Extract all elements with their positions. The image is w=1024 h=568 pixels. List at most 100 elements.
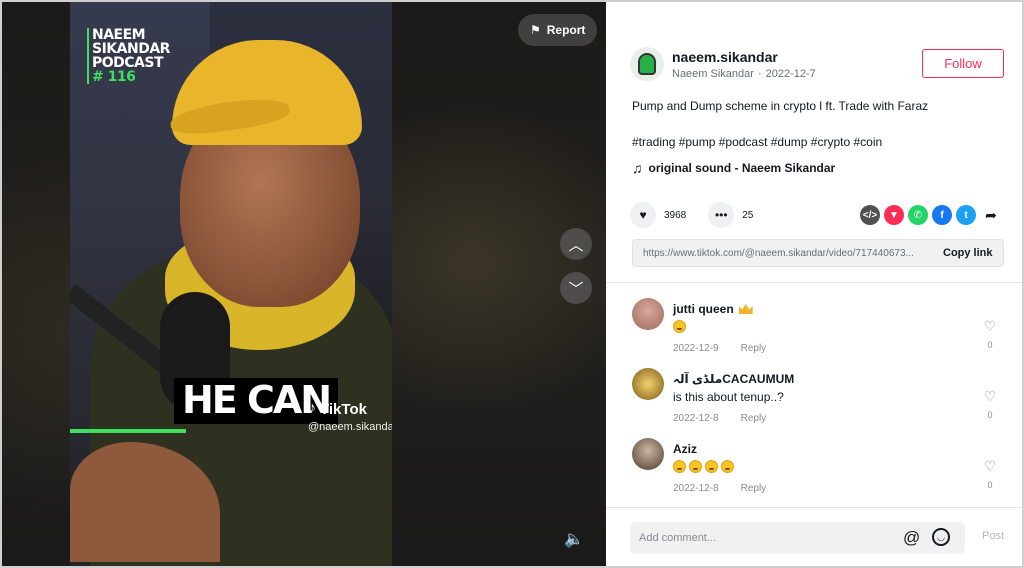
logo-line-2: SIKANDAR bbox=[92, 41, 170, 57]
previous-video-button[interactable]: ︿ bbox=[560, 228, 592, 260]
comment-like[interactable]: ♡ 0 bbox=[980, 388, 1000, 420]
comment-stat[interactable]: ••• 25 bbox=[708, 202, 753, 228]
comment-date: 2022-12-8 bbox=[673, 413, 719, 424]
embed-icon[interactable]: </> bbox=[860, 205, 880, 225]
comment-date: 2022-12-9 bbox=[673, 343, 719, 354]
comment-date: 2022-12-8 bbox=[673, 483, 719, 494]
chevron-up-icon: ︿ bbox=[568, 236, 584, 254]
comment-item: ملڈی آلہCACAUMUM is this about tenup..? 20… bbox=[606, 360, 1022, 430]
sound-title: original sound - Naeem Sikandar bbox=[648, 161, 836, 175]
crown-icon bbox=[738, 304, 753, 314]
report-button[interactable]: ⚑ Report bbox=[518, 14, 598, 46]
comment-text: is this about tenup..? bbox=[673, 390, 784, 404]
commenter-name[interactable]: jutti queen bbox=[673, 302, 734, 316]
comment-like-count: 0 bbox=[987, 340, 993, 350]
reply-button[interactable]: Reply bbox=[741, 483, 767, 494]
emoji-row bbox=[673, 320, 686, 333]
heart-outline-icon[interactable]: ♡ bbox=[980, 458, 1000, 475]
commenter-name-row[interactable]: Aziz bbox=[673, 442, 697, 456]
avatar-figure bbox=[638, 53, 656, 75]
comment-bar: @ ◡ Post bbox=[606, 507, 1022, 566]
post-date: 2022-12-7 bbox=[765, 67, 816, 80]
reply-button[interactable]: Reply bbox=[741, 413, 767, 424]
video-player[interactable]: NAEEM SIKANDAR PODCAST # 116 HE CAN ♪ Ti… bbox=[70, 2, 392, 566]
smile-emoji-icon bbox=[673, 460, 686, 473]
logo-line-1: NAEEM bbox=[92, 27, 146, 43]
flag-icon: ⚑ bbox=[530, 23, 541, 37]
facebook-icon[interactable]: f bbox=[932, 205, 952, 225]
comment-text bbox=[673, 460, 734, 473]
comment-like[interactable]: ♡ 0 bbox=[980, 318, 1000, 350]
author-avatar[interactable] bbox=[630, 47, 664, 81]
post-description: Pump and Dump scheme in crypto l ft. Tra… bbox=[632, 99, 929, 113]
twitter-icon[interactable]: t bbox=[956, 205, 976, 225]
comments-list: jutti queen 2022-12-9 Reply ♡ 0 ملڈی آلہCACAU… bbox=[606, 290, 1022, 500]
meta-separator: · bbox=[757, 67, 762, 80]
emoji-picker-icon[interactable]: ◡ bbox=[932, 528, 950, 546]
next-video-button[interactable]: ﹀ bbox=[560, 272, 592, 304]
tiktok-brand: ♪ TikTok bbox=[308, 400, 392, 418]
comment-meta: 2022-12-8 Reply bbox=[673, 413, 766, 424]
like-count: 3968 bbox=[664, 209, 687, 221]
video-area[interactable]: NAEEM SIKANDAR PODCAST # 116 HE CAN ♪ Ti… bbox=[2, 2, 606, 566]
commenter-avatar[interactable] bbox=[632, 298, 664, 330]
watermark-handle: @naeem.sikandar bbox=[308, 421, 392, 433]
commenter-name[interactable]: Aziz bbox=[673, 442, 697, 456]
tiktok-brand-text: TikTok bbox=[320, 400, 367, 418]
video-progress-bar[interactable] bbox=[70, 429, 186, 433]
details-panel: naeem.sikandar Naeem Sikandar · 2022-12-… bbox=[606, 2, 1022, 566]
smile-emoji-icon bbox=[721, 460, 734, 473]
emoji-row bbox=[673, 460, 734, 473]
like-stat[interactable]: ♥ 3968 bbox=[630, 202, 686, 228]
commenter-avatar[interactable] bbox=[632, 368, 664, 400]
share-buttons: </> ▼ ✆ f t ➦ bbox=[860, 205, 1002, 225]
commenter-name-row[interactable]: ملڈی آلہCACAUMUM bbox=[673, 372, 794, 386]
episode-number: # 116 bbox=[92, 69, 136, 85]
logo-line-3: PODCAST bbox=[92, 55, 164, 71]
report-label: Report bbox=[546, 23, 586, 37]
mention-icon[interactable]: @ bbox=[903, 528, 920, 548]
author-info[interactable]: naeem.sikandar Naeem Sikandar · 2022-12-… bbox=[630, 47, 816, 81]
engagement-stats: ♥ 3968 ••• 25 bbox=[630, 202, 775, 228]
author-meta: Naeem Sikandar · 2022-12-7 bbox=[672, 68, 816, 80]
sound-link[interactable]: ♫ original sound - Naeem Sikandar bbox=[632, 160, 835, 176]
chevron-down-icon: ﹀ bbox=[568, 280, 584, 298]
post-comment-button[interactable]: Post bbox=[982, 530, 1004, 542]
comment-like-count: 0 bbox=[987, 480, 993, 490]
link-bar: https://www.tiktok.com/@naeem.sikandar/v… bbox=[632, 239, 1004, 267]
comment-item: jutti queen 2022-12-9 Reply ♡ 0 bbox=[606, 290, 1022, 360]
heart-outline-icon[interactable]: ♡ bbox=[980, 388, 1000, 405]
copy-link-button[interactable]: Copy link bbox=[943, 247, 993, 259]
smile-emoji-icon bbox=[689, 460, 702, 473]
volume-button[interactable]: 🔈 bbox=[564, 529, 584, 549]
comment-bubble-icon[interactable]: ••• bbox=[708, 202, 735, 228]
smile-emoji-icon bbox=[673, 320, 686, 333]
follow-button[interactable]: Follow bbox=[922, 49, 1004, 78]
comment-like-count: 0 bbox=[987, 410, 993, 420]
comment-count: 25 bbox=[742, 209, 754, 221]
heart-outline-icon[interactable]: ♡ bbox=[980, 318, 1000, 335]
send-icon[interactable]: ▼ bbox=[884, 205, 904, 225]
heart-icon[interactable]: ♥ bbox=[630, 202, 656, 228]
comment-like[interactable]: ♡ 0 bbox=[980, 458, 1000, 490]
comment-text bbox=[673, 320, 686, 333]
comment-meta: 2022-12-8 Reply bbox=[673, 483, 766, 494]
whatsapp-icon[interactable]: ✆ bbox=[908, 205, 928, 225]
comment-meta: 2022-12-9 Reply bbox=[673, 343, 766, 354]
video-link[interactable]: https://www.tiktok.com/@naeem.sikandar/v… bbox=[633, 248, 933, 259]
author-username[interactable]: naeem.sikandar bbox=[672, 49, 816, 65]
forward-share-icon[interactable]: ➦ bbox=[980, 205, 1002, 225]
commenter-avatar[interactable] bbox=[632, 438, 664, 470]
smile-emoji-icon bbox=[705, 460, 718, 473]
post-hashtags[interactable]: #trading #pump #podcast #dump #crypto #c… bbox=[632, 135, 882, 149]
commenter-name-row[interactable]: jutti queen bbox=[673, 302, 753, 316]
commenter-name[interactable]: ملڈی آلہCACAUMUM bbox=[673, 372, 794, 386]
divider bbox=[606, 282, 1022, 283]
reply-button[interactable]: Reply bbox=[741, 343, 767, 354]
tiktok-logo-icon: ♪ bbox=[308, 400, 316, 417]
music-note-icon: ♫ bbox=[632, 160, 643, 176]
author-display-name: Naeem Sikandar bbox=[672, 67, 754, 80]
podcast-logo: NAEEM SIKANDAR PODCAST # 116 bbox=[87, 28, 170, 84]
author-names: naeem.sikandar Naeem Sikandar · 2022-12-… bbox=[672, 49, 816, 80]
tiktok-watermark: ♪ TikTok @naeem.sikandar bbox=[308, 400, 392, 433]
